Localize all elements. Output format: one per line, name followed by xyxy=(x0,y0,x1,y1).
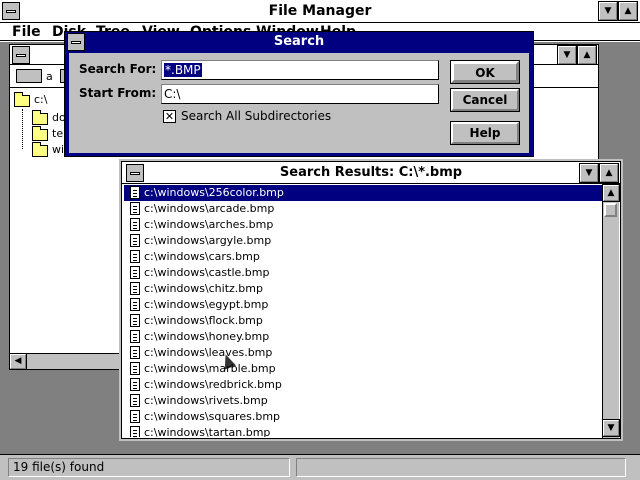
list-item[interactable]: c:\windows\flock.bmp xyxy=(124,313,602,329)
status-bar: 19 file(s) found xyxy=(0,454,640,480)
search-results-window[interactable]: Search Results: C:\*.bmp ▼ ▲ c:\windows\… xyxy=(119,159,623,441)
open-folder-icon xyxy=(14,92,30,107)
app-title: File Manager xyxy=(268,3,372,19)
app-minimize-button[interactable]: ▼ xyxy=(598,1,618,21)
list-item-label: c:\windows\leaves.bmp xyxy=(144,346,273,359)
list-item-label: c:\windows\flock.bmp xyxy=(144,314,263,327)
list-item-label: c:\windows\256color.bmp xyxy=(144,186,284,199)
scroll-thumb[interactable] xyxy=(604,203,617,217)
directory-control-menu-button[interactable] xyxy=(12,46,30,64)
list-item[interactable]: c:\windows\256color.bmp xyxy=(124,185,602,201)
start-from-label: Start From: xyxy=(79,86,157,100)
document-icon xyxy=(130,202,140,215)
list-item[interactable]: c:\windows\rivets.bmp xyxy=(124,393,602,409)
folder-icon xyxy=(32,126,48,141)
list-item-label: c:\windows\squares.bmp xyxy=(144,410,281,423)
help-button[interactable]: Help xyxy=(450,121,520,145)
list-item[interactable]: c:\windows\honey.bmp xyxy=(124,329,602,345)
document-icon xyxy=(130,346,140,359)
list-item[interactable]: c:\windows\cars.bmp xyxy=(124,249,602,265)
list-item[interactable]: c:\windows\tartan.bmp xyxy=(124,425,602,437)
document-icon xyxy=(130,426,140,437)
document-icon xyxy=(130,298,140,311)
tree-item-te[interactable]: te xyxy=(52,127,63,140)
directory-minimize-button[interactable]: ▼ xyxy=(557,45,577,65)
search-for-value: *.BMP xyxy=(164,63,202,77)
document-icon xyxy=(130,234,140,247)
document-icon xyxy=(130,394,140,407)
app-control-menu-button[interactable] xyxy=(2,2,20,20)
list-item-label: c:\windows\honey.bmp xyxy=(144,330,270,343)
menu-file[interactable]: File xyxy=(12,24,41,40)
list-item[interactable]: c:\windows\marble.bmp xyxy=(124,361,602,377)
search-results-title-bar[interactable]: Search Results: C:\*.bmp ▼ ▲ xyxy=(122,162,620,184)
document-icon xyxy=(130,218,140,231)
tree-item-wi[interactable]: wi xyxy=(52,143,64,156)
list-item-label: c:\windows\argyle.bmp xyxy=(144,234,272,247)
status-text: 19 file(s) found xyxy=(8,458,290,477)
document-icon xyxy=(130,250,140,263)
list-item-label: c:\windows\arches.bmp xyxy=(144,218,274,231)
start-from-field[interactable]: C:\ xyxy=(161,84,439,104)
list-item[interactable]: c:\windows\chitz.bmp xyxy=(124,281,602,297)
list-item-label: c:\windows\chitz.bmp xyxy=(144,282,263,295)
list-item[interactable]: c:\windows\leaves.bmp xyxy=(124,345,602,361)
search-dialog-body: Search For: *.BMP Start From: C:\ ✕ Sear… xyxy=(69,53,529,153)
search-control-menu-button[interactable] xyxy=(67,33,85,51)
results-maximize-button[interactable]: ▲ xyxy=(599,163,619,183)
results-minimize-button[interactable]: ▼ xyxy=(579,163,599,183)
search-dialog-title-bar[interactable]: Search xyxy=(65,32,533,52)
folder-icon xyxy=(32,110,48,125)
search-results-list: c:\windows\256color.bmp c:\windows\arcade… xyxy=(124,185,602,437)
cancel-button[interactable]: Cancel xyxy=(450,88,520,112)
drive-icon[interactable] xyxy=(16,69,42,83)
document-icon xyxy=(130,186,140,199)
list-item[interactable]: c:\windows\egypt.bmp xyxy=(124,297,602,313)
tree-connector xyxy=(22,109,23,149)
search-dialog[interactable]: Search Search For: *.BMP Start From: C:\… xyxy=(64,31,534,157)
directory-maximize-button[interactable]: ▲ xyxy=(577,45,597,65)
list-item-label: c:\windows\redbrick.bmp xyxy=(144,378,282,391)
ok-button[interactable]: OK xyxy=(450,60,520,84)
status-pane-secondary xyxy=(296,458,626,477)
list-item-label: c:\windows\castle.bmp xyxy=(144,266,270,279)
list-item[interactable]: c:\windows\redbrick.bmp xyxy=(124,377,602,393)
document-icon xyxy=(130,362,140,375)
start-from-value: C:\ xyxy=(164,87,181,101)
list-item-label: c:\windows\egypt.bmp xyxy=(144,298,269,311)
scroll-up-icon[interactable]: ▲ xyxy=(602,184,620,202)
list-item[interactable]: c:\windows\squares.bmp xyxy=(124,409,602,425)
list-item-label: c:\windows\cars.bmp xyxy=(144,250,260,263)
search-dialog-title: Search xyxy=(273,34,325,49)
app-title-bar[interactable]: File Manager ▼ ▲ xyxy=(0,0,640,23)
list-item-label: c:\windows\marble.bmp xyxy=(144,362,276,375)
list-item[interactable]: c:\windows\arches.bmp xyxy=(124,217,602,233)
list-item-label: c:\windows\tartan.bmp xyxy=(144,426,271,437)
search-for-label: Search For: xyxy=(79,62,157,76)
list-item-label: c:\windows\arcade.bmp xyxy=(144,202,275,215)
document-icon xyxy=(130,314,140,327)
document-icon xyxy=(130,282,140,295)
search-results-title: Search Results: C:\*.bmp xyxy=(279,165,463,180)
list-item[interactable]: c:\windows\argyle.bmp xyxy=(124,233,602,249)
tree-item-root[interactable]: c:\ xyxy=(34,93,47,106)
scroll-left-icon[interactable]: ◀ xyxy=(9,353,27,370)
document-icon xyxy=(130,378,140,391)
search-subdirectories-checkbox[interactable]: ✕ xyxy=(163,110,176,123)
search-for-field[interactable]: *.BMP xyxy=(161,60,439,80)
results-control-menu-button[interactable] xyxy=(126,164,144,182)
list-item[interactable]: c:\windows\arcade.bmp xyxy=(124,201,602,217)
app-maximize-button[interactable]: ▲ xyxy=(618,1,638,21)
drive-label[interactable]: a xyxy=(46,70,53,83)
document-icon xyxy=(130,410,140,423)
document-icon xyxy=(130,266,140,279)
search-subdirectories-label[interactable]: Search All Subdirectories xyxy=(181,109,331,123)
list-item[interactable]: c:\windows\castle.bmp xyxy=(124,265,602,281)
list-item-label: c:\windows\rivets.bmp xyxy=(144,394,268,407)
folder-icon xyxy=(32,142,48,157)
results-vertical-scrollbar[interactable]: ▲ ▼ xyxy=(602,184,620,438)
scroll-down-icon[interactable]: ▼ xyxy=(602,419,620,437)
document-icon xyxy=(130,330,140,343)
